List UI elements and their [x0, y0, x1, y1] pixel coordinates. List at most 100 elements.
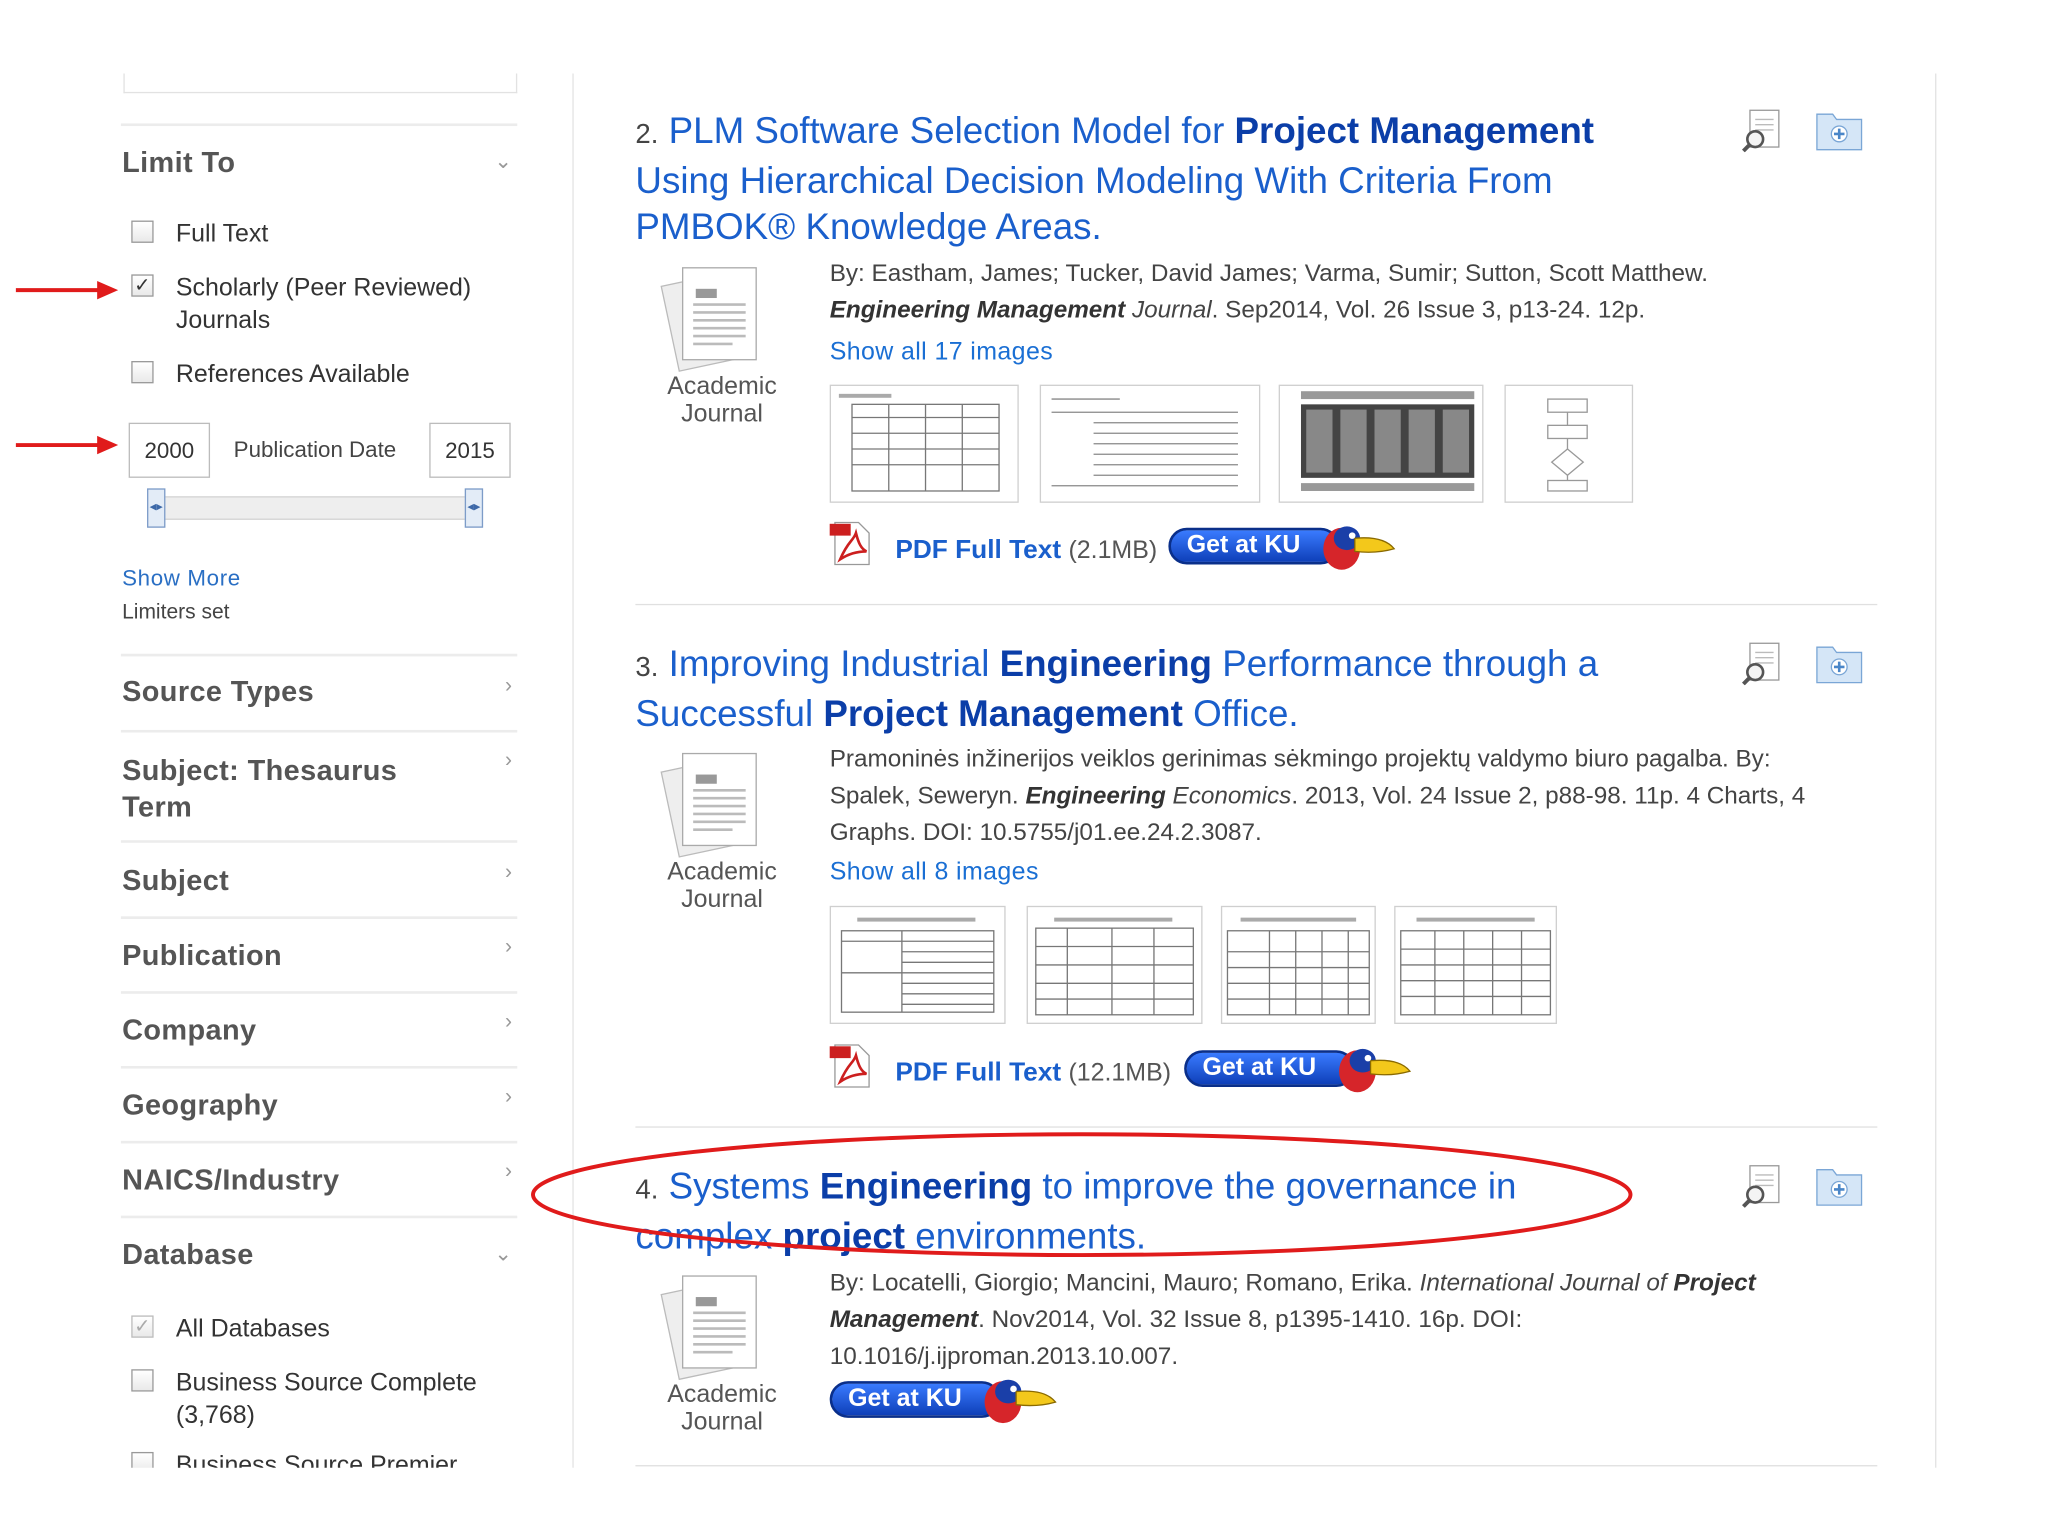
option-label: Business Source Complete (3,768) [176, 1367, 477, 1433]
limit-to-heading[interactable]: Limit To [122, 146, 235, 180]
date-slider-track[interactable] [152, 496, 478, 520]
get-at-ku-button[interactable]: Get at KU [829, 1373, 1058, 1426]
add-to-folder-icon[interactable] [1814, 1163, 1864, 1208]
sidebar-divider [120, 916, 518, 919]
pdf-icon[interactable] [827, 520, 874, 567]
title-text[interactable]: Performance through a [1212, 643, 1598, 684]
pdf-full-text-link[interactable]: PDF Full Text (2.1MB) [895, 536, 1157, 566]
pdf-full-text-link[interactable]: PDF Full Text (12.1MB) [895, 1058, 1171, 1088]
get-at-ku-button[interactable]: Get at KU [1184, 1042, 1412, 1095]
slider-handle-right[interactable]: ◂▸ [464, 488, 484, 528]
get-at-ku-label[interactable]: Get at KU [829, 1381, 1001, 1418]
image-thumbnail[interactable] [1039, 384, 1261, 503]
doi-text: Graphs. DOI: 10.5755/j01.ee.24.2.3087. [829, 817, 1262, 846]
page-canvas: Limit To ⌄ Full Text ✓ Scholarly (Peer R… [0, 0, 2048, 1523]
image-thumbnail[interactable] [829, 384, 1019, 503]
checkbox-scholarly[interactable]: ✓ [131, 274, 154, 297]
sidebar-divider [120, 653, 518, 657]
image-thumbnail[interactable] [829, 905, 1006, 1024]
facet-source-types[interactable]: Source Types [122, 675, 314, 709]
sidebar-divider [120, 1065, 518, 1069]
source-highlight: Engineering Management [829, 295, 1126, 323]
chevron-right-icon[interactable]: › [505, 1086, 512, 1110]
pdf-size: (2.1MB) [1068, 536, 1158, 565]
checkbox-references[interactable] [131, 361, 154, 384]
result-item: 2. PLM Software Selection Model for Proj… [635, 108, 1880, 607]
facet-company[interactable]: Company [122, 1013, 256, 1047]
facet-geography[interactable]: Geography [122, 1088, 278, 1122]
result-citation: By: Eastham, James; Tucker, David James;… [830, 255, 1880, 329]
show-all-images-link[interactable]: Show all 8 images [830, 859, 1039, 888]
get-at-ku-button[interactable]: Get at KU [1168, 520, 1396, 573]
add-to-folder-icon[interactable] [1814, 641, 1864, 686]
pdf-size: (12.1MB) [1068, 1059, 1172, 1087]
facet-subject[interactable]: Subject [122, 864, 229, 898]
refine-sidebar: Limit To ⌄ Full Text ✓ Scholarly (Peer R… [120, 0, 520, 1468]
show-more-link[interactable]: Show More [122, 566, 241, 592]
title-highlight[interactable]: Project Management [823, 693, 1183, 734]
image-thumbnail[interactable] [1278, 384, 1484, 503]
slider-handle-left[interactable]: ◂▸ [147, 488, 166, 528]
image-thumbnail[interactable] [1220, 905, 1376, 1024]
chevron-down-icon[interactable]: ⌄ [494, 1241, 512, 1267]
image-thumbnail[interactable] [1394, 905, 1557, 1024]
show-all-images-link[interactable]: Show all 17 images [830, 339, 1053, 368]
checkbox-all-databases[interactable]: ✓ [131, 1315, 154, 1338]
chevron-right-icon[interactable]: › [505, 675, 512, 699]
chevron-right-icon[interactable]: › [505, 861, 512, 885]
checkbox-full-text[interactable] [131, 220, 154, 243]
sidebar-divider [120, 1140, 518, 1144]
source-highlight: Project [1673, 1268, 1756, 1296]
get-at-ku-label[interactable]: Get at KU [1168, 527, 1340, 565]
preview-magnifier-icon[interactable] [1741, 641, 1786, 686]
result-title[interactable]: 2. PLM Software Selection Model for Proj… [635, 108, 1685, 250]
title-text[interactable]: Using Hierarchical Decision Modeling Wit… [635, 160, 1552, 201]
option-label-line1: Business Source Complete [175, 1369, 477, 1397]
annotation-arrow-icon [15, 435, 119, 455]
date-to-input[interactable]: 2015 [429, 422, 511, 478]
image-thumbnail[interactable] [1504, 384, 1634, 503]
image-thumbnail[interactable] [1026, 905, 1203, 1024]
chevron-down-icon[interactable]: ⌄ [494, 148, 512, 174]
add-to-folder-icon[interactable] [1814, 108, 1864, 153]
column-divider-right [1935, 73, 1937, 1468]
citation-details: . Sep2014, Vol. 26 Issue 3, p13-24. 12p. [1211, 295, 1646, 323]
pdf-icon[interactable] [827, 1042, 874, 1089]
result-number: 3. [635, 652, 659, 683]
chevron-right-icon[interactable]: › [505, 750, 512, 774]
facet-subject-thesaurus[interactable]: Subject: Thesaurus Term [122, 752, 397, 826]
result-title[interactable]: 3. Improving Industrial Engineering Perf… [635, 641, 1685, 737]
get-at-ku-label[interactable]: Get at KU [1184, 1050, 1355, 1087]
title-text[interactable]: Office. [1183, 693, 1299, 734]
title-text[interactable]: PLM Software Selection Model for [669, 110, 1235, 151]
sidebar-top-box [123, 73, 518, 94]
alt-title-byline: Pramoninės inžinerijos veiklos gerinimas… [829, 744, 1771, 772]
preview-magnifier-icon[interactable] [1741, 1163, 1786, 1208]
annotation-arrow-icon [15, 280, 119, 300]
database-heading[interactable]: Database [122, 1238, 254, 1272]
facet-publication[interactable]: Publication [122, 939, 282, 973]
title-text[interactable]: PMBOK® Knowledge Areas. [635, 206, 1101, 247]
title-text[interactable]: Successful [635, 693, 823, 734]
chevron-right-icon[interactable]: › [505, 1161, 512, 1185]
facet-naics-industry[interactable]: NAICS/Industry [122, 1163, 339, 1197]
checkbox-bsp[interactable] [131, 1451, 154, 1468]
byline: By: Eastham, James; Tucker, David James;… [829, 258, 1708, 287]
pdf-label[interactable]: PDF Full Text [895, 536, 1061, 565]
date-from-input[interactable]: 2000 [128, 422, 211, 478]
doc-type-line1: Academic [667, 1381, 777, 1409]
title-highlight[interactable]: Engineering [1000, 643, 1212, 684]
academic-journal-icon [660, 267, 757, 372]
result-item: 3. Improving Industrial Engineering Perf… [635, 641, 1878, 1129]
preview-magnifier-icon[interactable] [1741, 108, 1786, 153]
chevron-right-icon[interactable]: › [505, 936, 512, 960]
checkbox-bsc[interactable] [131, 1369, 154, 1392]
option-label-line2: Journals [175, 307, 271, 335]
academic-journal-icon [660, 1275, 757, 1381]
title-highlight[interactable]: Project Management [1235, 110, 1595, 151]
title-text[interactable]: Improving Industrial [669, 643, 1000, 684]
pdf-label[interactable]: PDF Full Text [895, 1058, 1061, 1087]
chevron-right-icon[interactable]: › [505, 1011, 512, 1035]
facet-label-line1: Subject: Thesaurus [122, 753, 398, 787]
citation-details: . 2013, Vol. 24 Issue 2, p88-98. 11p. 4 … [1291, 781, 1806, 809]
